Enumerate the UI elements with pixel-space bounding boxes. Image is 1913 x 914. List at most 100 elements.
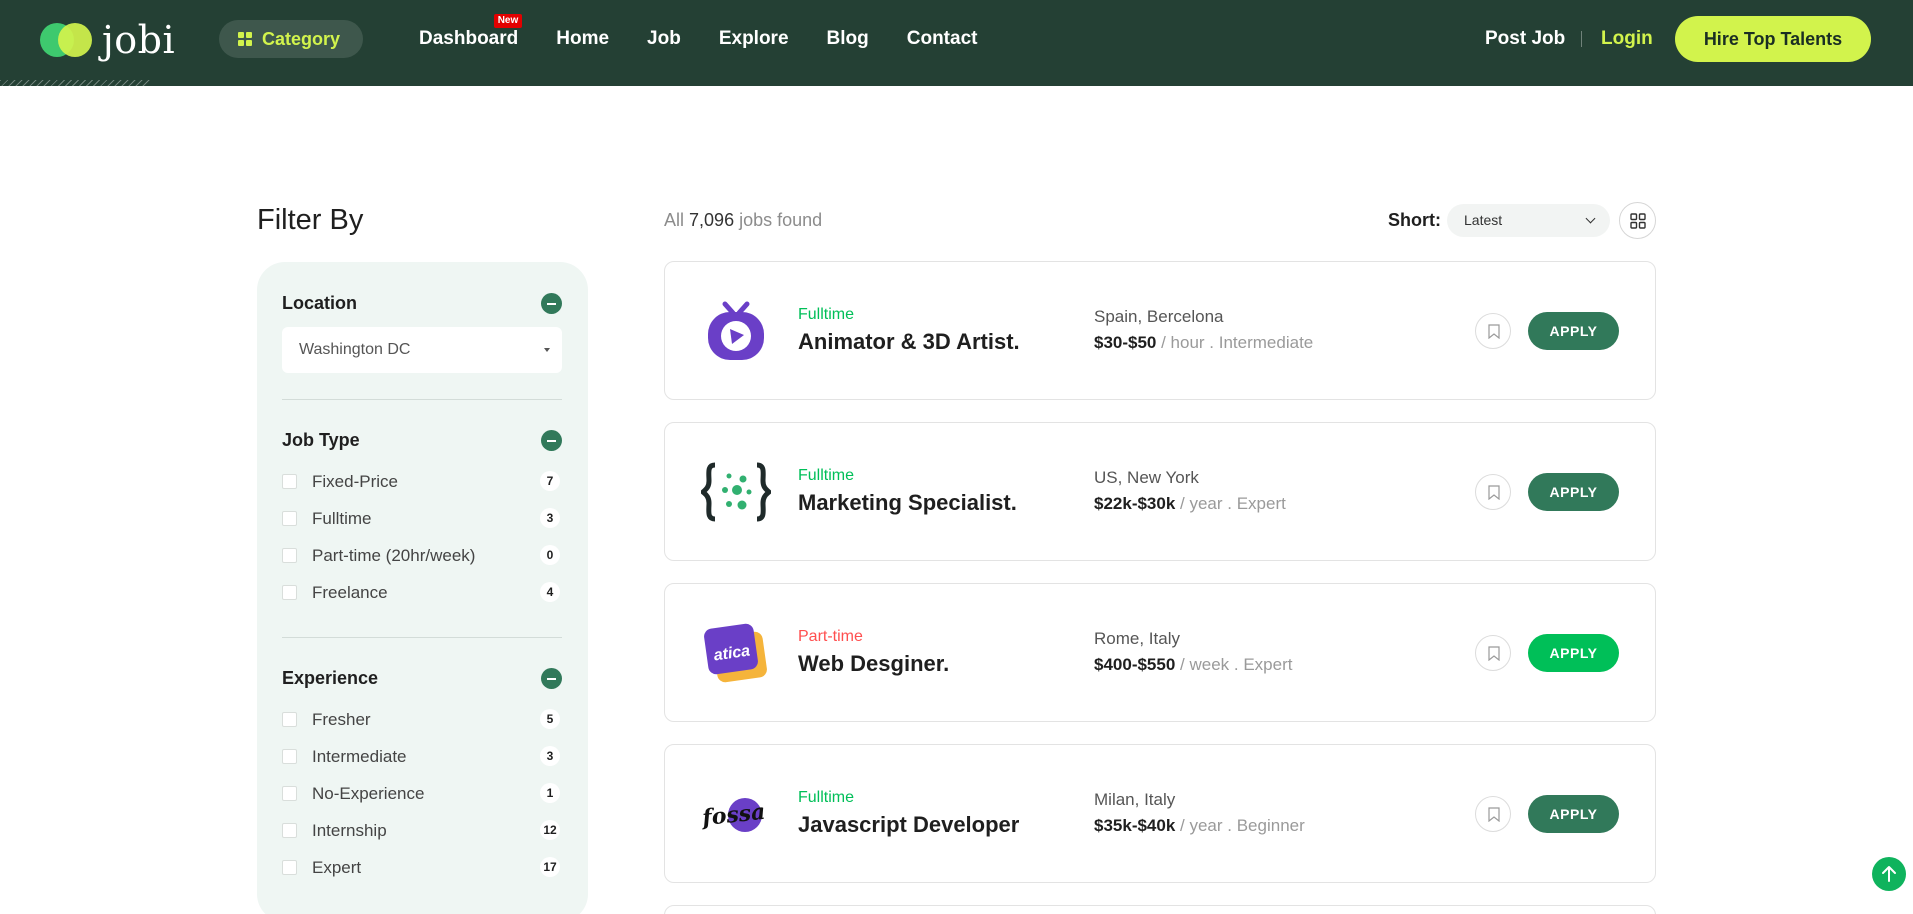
atica-logo: atica <box>701 618 771 688</box>
bookmark-button[interactable] <box>1475 474 1511 510</box>
login-link[interactable]: Login <box>1601 26 1653 52</box>
job-card[interactable]: Fulltime Marketing Specialist. US, New Y… <box>664 422 1656 561</box>
sort-select[interactable]: Latest <box>1447 204 1610 237</box>
job-location: Spain, Bercelona <box>1094 307 1224 326</box>
checkbox[interactable] <box>282 749 297 764</box>
category-button[interactable]: Category <box>219 20 363 58</box>
job-type-option[interactable]: Fulltime 3 <box>282 507 562 531</box>
bookmark-button[interactable] <box>1475 796 1511 832</box>
nav-explore[interactable]: Explore <box>719 26 789 52</box>
experience-option[interactable]: Internship 12 <box>282 819 562 843</box>
nav-home[interactable]: Home <box>556 26 609 52</box>
chevron-down-icon <box>1585 213 1596 224</box>
scroll-to-top-button[interactable] <box>1872 857 1906 891</box>
job-salary: $22k-$30k / year . Expert <box>1094 493 1286 515</box>
option-count: 3 <box>540 746 560 766</box>
brand-logo[interactable]: jobi <box>40 20 175 60</box>
found-suffix: jobs found <box>739 210 823 230</box>
location-collapse-icon[interactable] <box>541 293 562 314</box>
job-card[interactable]: atica Part-time Web Desginer. Rome, Ital… <box>664 583 1656 722</box>
nav-job[interactable]: Job <box>647 26 681 52</box>
job-type-collapse-icon[interactable] <box>541 430 562 451</box>
jobs-found-count: All 7,096 jobs found <box>664 208 822 232</box>
job-location: Milan, Italy <box>1094 790 1176 809</box>
option-label: Intermediate <box>312 747 407 766</box>
experience-option[interactable]: Expert 17 <box>282 856 562 880</box>
bookmark-icon <box>1488 485 1500 500</box>
checkbox[interactable] <box>282 474 297 489</box>
job-card[interactable]: Fulltime Animator & 3D Artist. Spain, Be… <box>664 261 1656 400</box>
checkbox[interactable] <box>282 823 297 838</box>
checkbox[interactable] <box>282 511 297 526</box>
found-number: 7,096 <box>689 210 735 230</box>
nav-dashboard-label: Dashboard <box>419 28 519 49</box>
location-section-title: Location <box>282 293 357 313</box>
experience-option[interactable]: Intermediate 3 <box>282 745 562 769</box>
bookmark-icon <box>1488 646 1500 661</box>
job-type-label: Fulltime <box>798 467 855 484</box>
experience-option[interactable]: No-Experience 1 <box>282 782 562 806</box>
option-label: Internship <box>312 821 387 840</box>
nav-contact[interactable]: Contact <box>907 26 978 52</box>
nav-blog[interactable]: Blog <box>827 26 869 52</box>
logo-lime-circle <box>58 23 92 57</box>
sort-label: Short: <box>1388 210 1441 230</box>
job-type-option[interactable]: Freelance 4 <box>282 581 562 605</box>
job-title[interactable]: Web Desginer. <box>798 650 949 678</box>
option-label: Fresher <box>312 710 371 729</box>
checkbox[interactable] <box>282 786 297 801</box>
option-count: 12 <box>540 820 560 840</box>
sort-select-value: Latest <box>1464 212 1503 228</box>
hire-top-talents-button[interactable]: Hire Top Talents <box>1675 16 1871 62</box>
grid-view-toggle[interactable] <box>1619 202 1656 239</box>
option-count: 0 <box>540 545 560 565</box>
bookmark-button[interactable] <box>1475 635 1511 671</box>
apply-button[interactable]: APPLY <box>1528 795 1619 833</box>
post-job-link[interactable]: Post Job <box>1485 26 1565 52</box>
apply-button[interactable]: APPLY <box>1528 312 1619 350</box>
job-type-label: Fulltime <box>798 306 855 323</box>
arrow-up-icon <box>1882 866 1896 882</box>
checkbox[interactable] <box>282 585 297 600</box>
brand-name: jobi <box>102 18 176 62</box>
job-location: US, New York <box>1094 468 1199 487</box>
job-title[interactable]: Marketing Specialist. <box>798 489 1017 517</box>
job-type-label: Part-time <box>798 628 863 645</box>
job-salary: $35k-$40k / year . Beginner <box>1094 815 1305 837</box>
checkbox[interactable] <box>282 712 297 727</box>
option-label: Freelance <box>312 583 388 602</box>
option-count: 17 <box>540 857 560 877</box>
grid-view-icon <box>1630 213 1646 229</box>
option-count: 3 <box>540 508 560 528</box>
option-label: No-Experience <box>312 784 425 803</box>
tv-icon <box>701 296 771 366</box>
job-type-option[interactable]: Fixed-Price 7 <box>282 470 562 494</box>
experience-collapse-icon[interactable] <box>541 668 562 689</box>
job-card[interactable]: fossa Fulltime Javascript Developer Mila… <box>664 744 1656 883</box>
checkbox[interactable] <box>282 860 297 875</box>
job-title[interactable]: Animator & 3D Artist. <box>798 328 1020 356</box>
salary-detail: / week . Expert <box>1175 655 1293 674</box>
job-salary: $400-$550 / week . Expert <box>1094 654 1292 676</box>
apply-button[interactable]: APPLY <box>1528 473 1619 511</box>
salary-amount: $30-$50 <box>1094 333 1157 352</box>
salary-detail: / hour . Intermediate <box>1156 333 1314 352</box>
nav-dashboard[interactable]: Dashboard New <box>419 14 523 52</box>
option-count: 1 <box>540 783 560 803</box>
checkbox[interactable] <box>282 548 297 563</box>
apply-button[interactable]: APPLY <box>1528 634 1619 672</box>
nav-divider <box>1581 31 1582 47</box>
category-label: Category <box>262 28 341 49</box>
job-type-option[interactable]: Part-time (20hr/week) 0 <box>282 544 562 568</box>
main-nav: Dashboard New Home Job Explore Blog Cont… <box>419 14 1015 52</box>
job-title[interactable]: Javascript Developer <box>798 811 1019 839</box>
bookmark-button[interactable] <box>1475 313 1511 349</box>
bookmark-icon <box>1488 807 1500 822</box>
job-card[interactable] <box>664 905 1656 914</box>
option-count: 4 <box>540 582 560 602</box>
location-select[interactable]: Washington DC <box>282 327 562 373</box>
salary-amount: $22k-$30k <box>1094 494 1176 513</box>
bookmark-icon <box>1488 324 1500 339</box>
salary-amount: $400-$550 <box>1094 655 1176 674</box>
experience-option[interactable]: Fresher 5 <box>282 708 562 732</box>
